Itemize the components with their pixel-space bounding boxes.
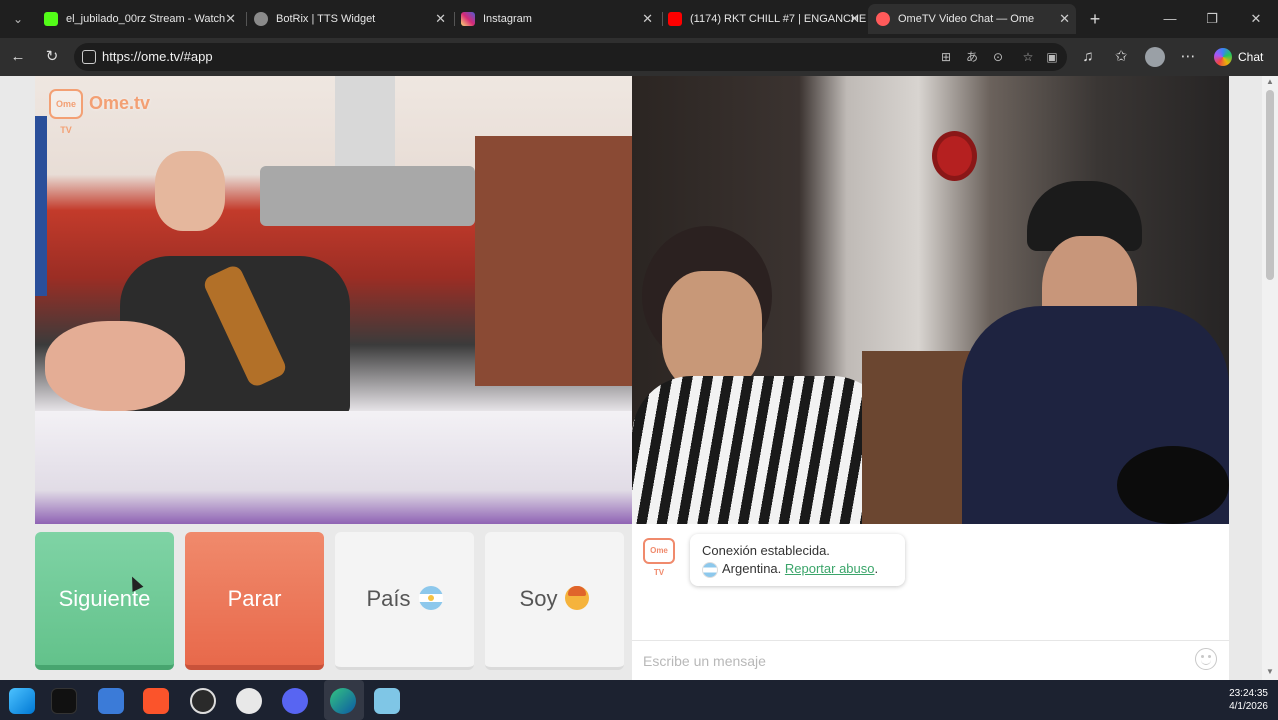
wooden-chair (862, 351, 972, 524)
remote-video (632, 76, 1229, 524)
chatgpt-icon[interactable] (236, 688, 262, 714)
instagram-icon (461, 12, 475, 26)
system-message: Conexión establecida. Argentina. Reporta… (690, 534, 905, 586)
emoji-icon[interactable] (1195, 648, 1217, 670)
app-available-icon[interactable]: ⊞ (936, 47, 956, 67)
person-head (155, 151, 225, 231)
extension-icon[interactable]: ⊙ (988, 47, 1008, 67)
ometv-logo-text: Ome.tv (89, 93, 151, 113)
wall-clock (932, 131, 977, 181)
person-left-face (662, 271, 762, 391)
stop-button[interactable]: Parar (185, 532, 324, 670)
person-knee (45, 321, 185, 411)
windows-taskbar: 23:24:35 4/1/2026 (0, 680, 1278, 720)
message-input[interactable] (632, 640, 1229, 680)
blue-object (35, 116, 47, 296)
copilot-icon (1214, 48, 1232, 66)
page-scrollbar[interactable]: ▲ ▼ (1262, 76, 1278, 680)
tab-kick-stream[interactable]: el_jubilado_00rz Stream - Watch ✕ (36, 4, 242, 34)
tab-botrix[interactable]: BotRix | TTS Widget ✕ (246, 4, 452, 34)
connection-status: Conexión establecida. (702, 543, 830, 558)
clock-time: 23:24:35 (1229, 688, 1268, 699)
argentina-flag-icon (702, 561, 718, 578)
brick-wall (475, 136, 632, 386)
scroll-up-arrow[interactable]: ▲ (1265, 78, 1275, 86)
restore-button[interactable]: ❐ (1200, 8, 1224, 30)
discord-icon[interactable] (282, 688, 308, 714)
close-tab-icon[interactable]: ✕ (642, 4, 653, 34)
microphone (1117, 446, 1229, 524)
favorite-star-icon[interactable]: ☆ (1018, 47, 1038, 67)
youtube-icon (668, 12, 682, 26)
ometv-icon (876, 12, 890, 26)
country-filter-button[interactable]: País (335, 532, 474, 670)
argentina-flag-icon (418, 586, 443, 611)
brave-icon[interactable] (143, 688, 169, 714)
back-button[interactable]: ← (7, 46, 29, 68)
boy-emoji-icon (565, 586, 590, 611)
chat-panel: Ome TV Conexión establecida. Argentina. … (632, 524, 1229, 680)
scroll-down-arrow[interactable]: ▼ (1265, 668, 1275, 676)
range-hood (335, 76, 395, 171)
notepad-icon[interactable] (374, 688, 400, 714)
scroll-thumb[interactable] (1266, 90, 1274, 280)
copilot-chat-button[interactable]: Chat (1208, 44, 1271, 70)
tab-instagram[interactable]: Instagram ✕ (453, 4, 659, 34)
url-text: https://ome.tv/#app (102, 49, 213, 64)
close-tab-icon[interactable]: ✕ (225, 4, 236, 34)
edge-icon[interactable] (330, 688, 356, 714)
obs-icon[interactable] (190, 688, 216, 714)
tiktok-icon[interactable] (51, 688, 77, 714)
new-tab-button[interactable]: + (1085, 8, 1105, 30)
minimize-button[interactable]: — (1158, 8, 1182, 30)
report-abuse-link[interactable]: Reportar abuso (785, 561, 875, 576)
close-tab-icon[interactable]: ✕ (849, 4, 860, 34)
site-info-icon[interactable] (82, 50, 96, 64)
profile-avatar[interactable] (1145, 47, 1165, 67)
favorites-icon[interactable]: ✩ (1110, 46, 1132, 68)
table-top (35, 411, 632, 524)
close-tab-icon[interactable]: ✕ (1059, 4, 1070, 34)
botrix-icon (254, 12, 268, 26)
partner-country: Argentina. Reportar abuso. (702, 560, 893, 578)
windows-start-icon[interactable] (9, 688, 35, 714)
striped-shirt (632, 376, 892, 524)
next-button[interactable]: Siguiente (35, 532, 174, 670)
files-icon[interactable] (98, 688, 124, 714)
tab-actions-menu[interactable]: ⌄ (8, 10, 28, 28)
close-tab-icon[interactable]: ✕ (435, 4, 446, 34)
browser-toolbar: ← ↻ https://ome.tv/#app ⊞ あ ⊙ ☆ ▣ ♫ ✩ ⋯ … (0, 38, 1278, 76)
ometv-chat-logo: Ome TV (643, 538, 675, 577)
kick-icon (44, 12, 58, 26)
media-control-icon[interactable]: ♫ (1077, 46, 1099, 68)
ometv-logo-badge: Ome TV (49, 89, 83, 135)
ometv-app: Ome TV Ome.tv Siguiente Parar País Soy O… (0, 76, 1278, 680)
hood-base (260, 166, 475, 226)
refresh-button[interactable]: ↻ (41, 46, 63, 68)
tab-youtube[interactable]: (1174) RKT CHILL #7 | ENGANCHE ✕ (660, 4, 866, 34)
local-video: Ome TV Ome.tv (35, 76, 632, 524)
reader-icon[interactable]: ▣ (1042, 47, 1062, 67)
system-clock[interactable]: 23:24:35 4/1/2026 (1229, 687, 1268, 713)
address-bar[interactable]: https://ome.tv/#app ⊞ あ ⊙ ☆ ▣ (74, 43, 1067, 71)
translate-icon[interactable]: あ (962, 47, 982, 67)
tab-ometv[interactable]: OmeTV Video Chat — Ome ✕ (868, 4, 1076, 34)
gender-button[interactable]: Soy (485, 532, 624, 670)
settings-more-icon[interactable]: ⋯ (1177, 46, 1199, 68)
tab-strip: ⌄ el_jubilado_00rz Stream - Watch ✕ BotR… (0, 0, 1278, 38)
clock-date: 4/1/2026 (1229, 701, 1268, 712)
close-window-button[interactable]: ✕ (1244, 8, 1268, 30)
